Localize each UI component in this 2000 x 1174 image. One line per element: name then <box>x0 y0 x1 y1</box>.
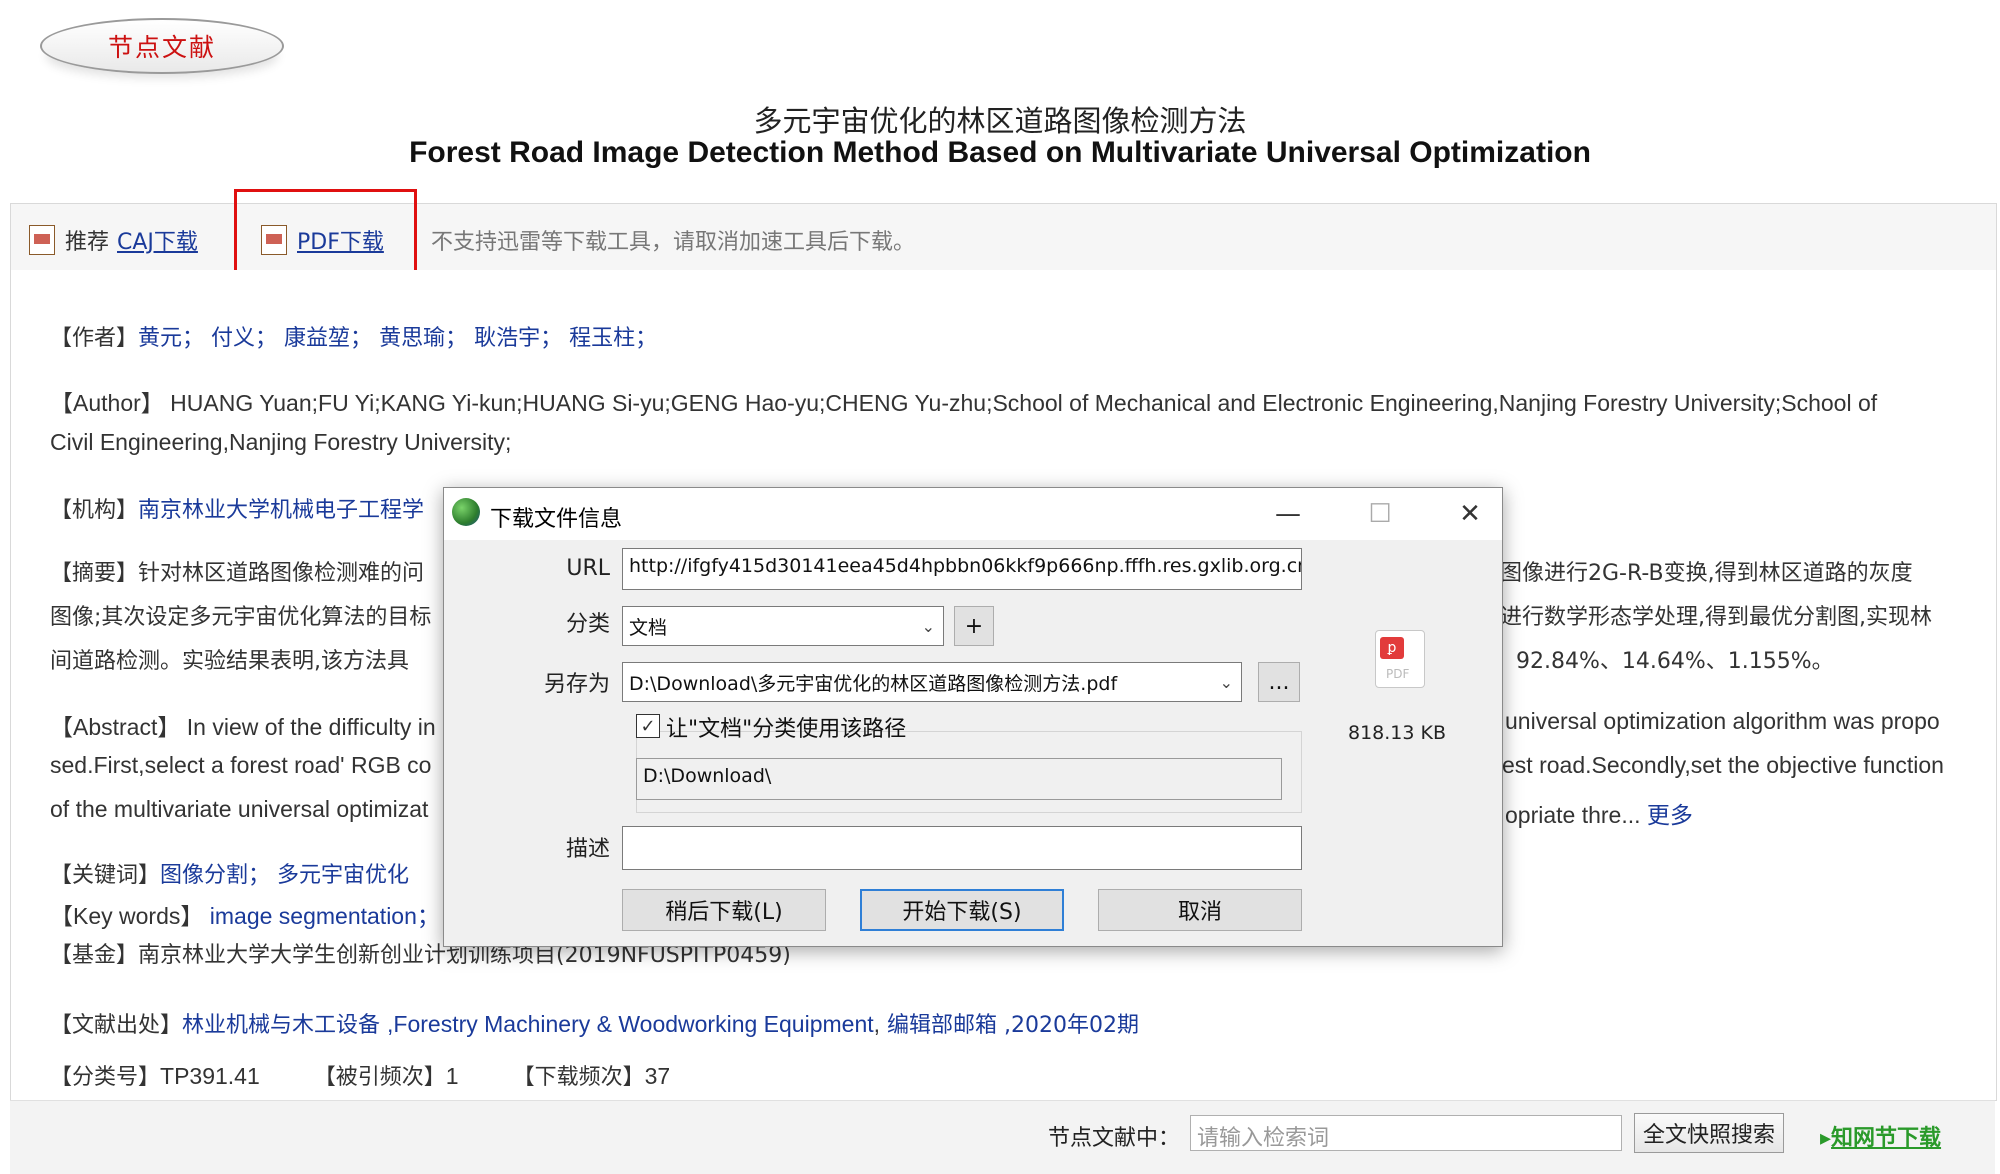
author-label: 【作者】 <box>50 326 139 351</box>
pdf-icon: ꝑ PDF <box>1375 630 1425 688</box>
section-badge-label: 节点文献 <box>107 33 216 62</box>
abstract-en-line1-right: universal optimization algorithm was pro… <box>1505 708 1940 734</box>
search-input[interactable]: 请输入检索词 <box>1190 1115 1622 1151</box>
org-row: 【机构】南京林业大学机械电子工程学 <box>50 498 425 523</box>
more-link[interactable]: 更多 <box>1647 802 1693 828</box>
cancel-button[interactable]: 取消 <box>1098 889 1302 931</box>
keyword-link[interactable]: 图像分割； <box>160 863 270 888</box>
url-field[interactable]: http://ifgfy415d30141eea45d4hpbbn06kkf9p… <box>622 548 1302 590</box>
dialog-titlebar[interactable]: 下载文件信息 — ☐ ✕ <box>444 488 1502 540</box>
source-row: 【文献出处】林业机械与木工设备 ,Forestry Machinery & Wo… <box>50 1011 1140 1038</box>
description-label: 描述 <box>565 837 610 862</box>
arrow-icon: ▸ <box>1820 1126 1832 1151</box>
idm-globe-icon <box>452 498 480 526</box>
fulltext-search-button[interactable]: 全文快照搜索 <box>1634 1113 1784 1153</box>
use-path-checkbox[interactable]: ✓ <box>636 714 660 738</box>
org-link[interactable]: 南京林业大学机械电子工程学 <box>138 498 424 523</box>
author-link[interactable]: 付义； <box>211 326 277 351</box>
add-category-button[interactable]: + <box>954 606 994 646</box>
stats-row: 【分类号】TP391.41 【被引频次】1 【下载频次】37 <box>50 1063 671 1090</box>
page-title-en: Forest Road Image Detection Method Based… <box>409 136 1591 169</box>
chevron-down-icon: ⌄ <box>1219 673 1233 692</box>
maximize-icon[interactable]: ☐ <box>1356 496 1404 532</box>
caj-download-link[interactable]: CAJ下载 <box>117 224 198 256</box>
browse-button[interactable]: ... <box>1258 662 1300 702</box>
minimize-icon[interactable]: — <box>1264 496 1312 532</box>
close-icon[interactable]: ✕ <box>1446 496 1494 532</box>
start-download-button[interactable]: 开始下载(S) <box>860 889 1064 931</box>
saveas-select[interactable]: D:\Download\多元宇宙优化的林区道路图像检测方法.pdf ⌄ <box>622 662 1242 702</box>
author-en-row: 【Author】 HUANG Yuan;FU Yi;KANG Yi-kun;HU… <box>50 390 1878 416</box>
authors-row: 【作者】黄元； 付义； 康益堃； 黄思瑜； 耿浩宇； 程玉柱； <box>50 320 657 352</box>
file-size: 818.13 KB <box>1348 722 1447 744</box>
pdf-badge-icon: ꝑ <box>1380 637 1404 659</box>
keywords-en-row: 【Key words】 image segmentation； <box>50 903 440 929</box>
author-en-row-2: Civil Engineering,Nanjing Forestry Unive… <box>50 429 512 455</box>
keywords-row: 【关键词】图像分割； 多元宇宙优化 <box>50 863 410 888</box>
abstract-line1-right: 图像进行2G-R-B变换,得到林区道路的灰度 <box>1500 561 1913 586</box>
recommend-label: 推荐 <box>65 230 110 255</box>
keyword-en-link[interactable]: image segmentation； <box>210 903 440 929</box>
issue-link[interactable]: ,2020年02期 <box>1004 1013 1139 1038</box>
use-path-label: 让"文档"分类使用该路径 <box>666 717 907 742</box>
caj-file-icon <box>29 225 55 255</box>
journal-link[interactable]: 林业机械与木工设备 ,Forestry Machinery & Woodwork… <box>182 1011 874 1038</box>
dialog-title: 下载文件信息 <box>490 507 623 532</box>
search-label: 节点文献中： <box>1048 1126 1181 1151</box>
author-link[interactable]: 黄思瑜； <box>379 326 467 351</box>
author-link[interactable]: 康益堃； <box>284 326 372 351</box>
abstract-line3-right: 92.84%、14.64%、1.155%。 <box>1516 649 1834 674</box>
abstract-label-row: 【摘要】针对林区道路图像检测难的问 <box>50 561 425 586</box>
caj-download-group: 推荐 CAJ下载 <box>29 224 198 256</box>
abstract-en-row: 【Abstract】 In view of the difficulty in <box>50 714 436 740</box>
author-link[interactable]: 耿浩宇； <box>474 326 562 351</box>
saveas-label: 另存为 <box>543 672 610 697</box>
keyword-link[interactable]: 多元宇宙优化 <box>277 863 409 888</box>
url-label: URL <box>566 556 610 581</box>
author-link[interactable]: 程玉柱； <box>569 326 657 351</box>
pdf-icon-caption: PDF <box>1386 667 1410 681</box>
abstract-en-line3-right: opriate thre... 更多 <box>1505 802 1693 828</box>
abstract-line3-left: 间道路检测。实验结果表明,该方法具 <box>50 649 409 674</box>
abstract-en-line2-right: est road.Secondly,set the objective func… <box>1502 752 1944 778</box>
abstract-en-line2-left: sed.First,select a forest road' RGB co <box>50 752 432 778</box>
download-notice: 不支持迅雷等下载工具，请取消加速工具后下载。 <box>431 230 916 255</box>
category-select[interactable]: 文档 ⌄ <box>622 606 944 646</box>
editor-email-link[interactable]: 编辑部邮箱 <box>887 1013 997 1038</box>
abstract-en-line3-left: of the multivariate universal optimizat <box>50 796 429 822</box>
page-title-cn: 多元宇宙优化的林区道路图像检测方法 <box>753 104 1247 138</box>
default-path-field[interactable]: D:\Download\ <box>636 758 1282 800</box>
author-link[interactable]: 黄元； <box>138 326 204 351</box>
section-badge: 节点文献 <box>40 18 284 74</box>
abstract-line2-right: 进行数学形态学处理,得到最优分割图,实现林 <box>1500 605 1932 630</box>
download-later-button[interactable]: 稍后下载(L) <box>622 889 826 931</box>
category-label: 分类 <box>565 612 610 637</box>
description-field[interactable] <box>622 826 1302 870</box>
chevron-down-icon: ⌄ <box>921 617 935 636</box>
checkmark-icon: ✓ <box>640 715 656 737</box>
abstract-line2-left: 图像;其次设定多元宇宙优化算法的目标 <box>50 605 432 630</box>
cnki-download-link[interactable]: ▸知网节下载 <box>1820 1120 1941 1152</box>
